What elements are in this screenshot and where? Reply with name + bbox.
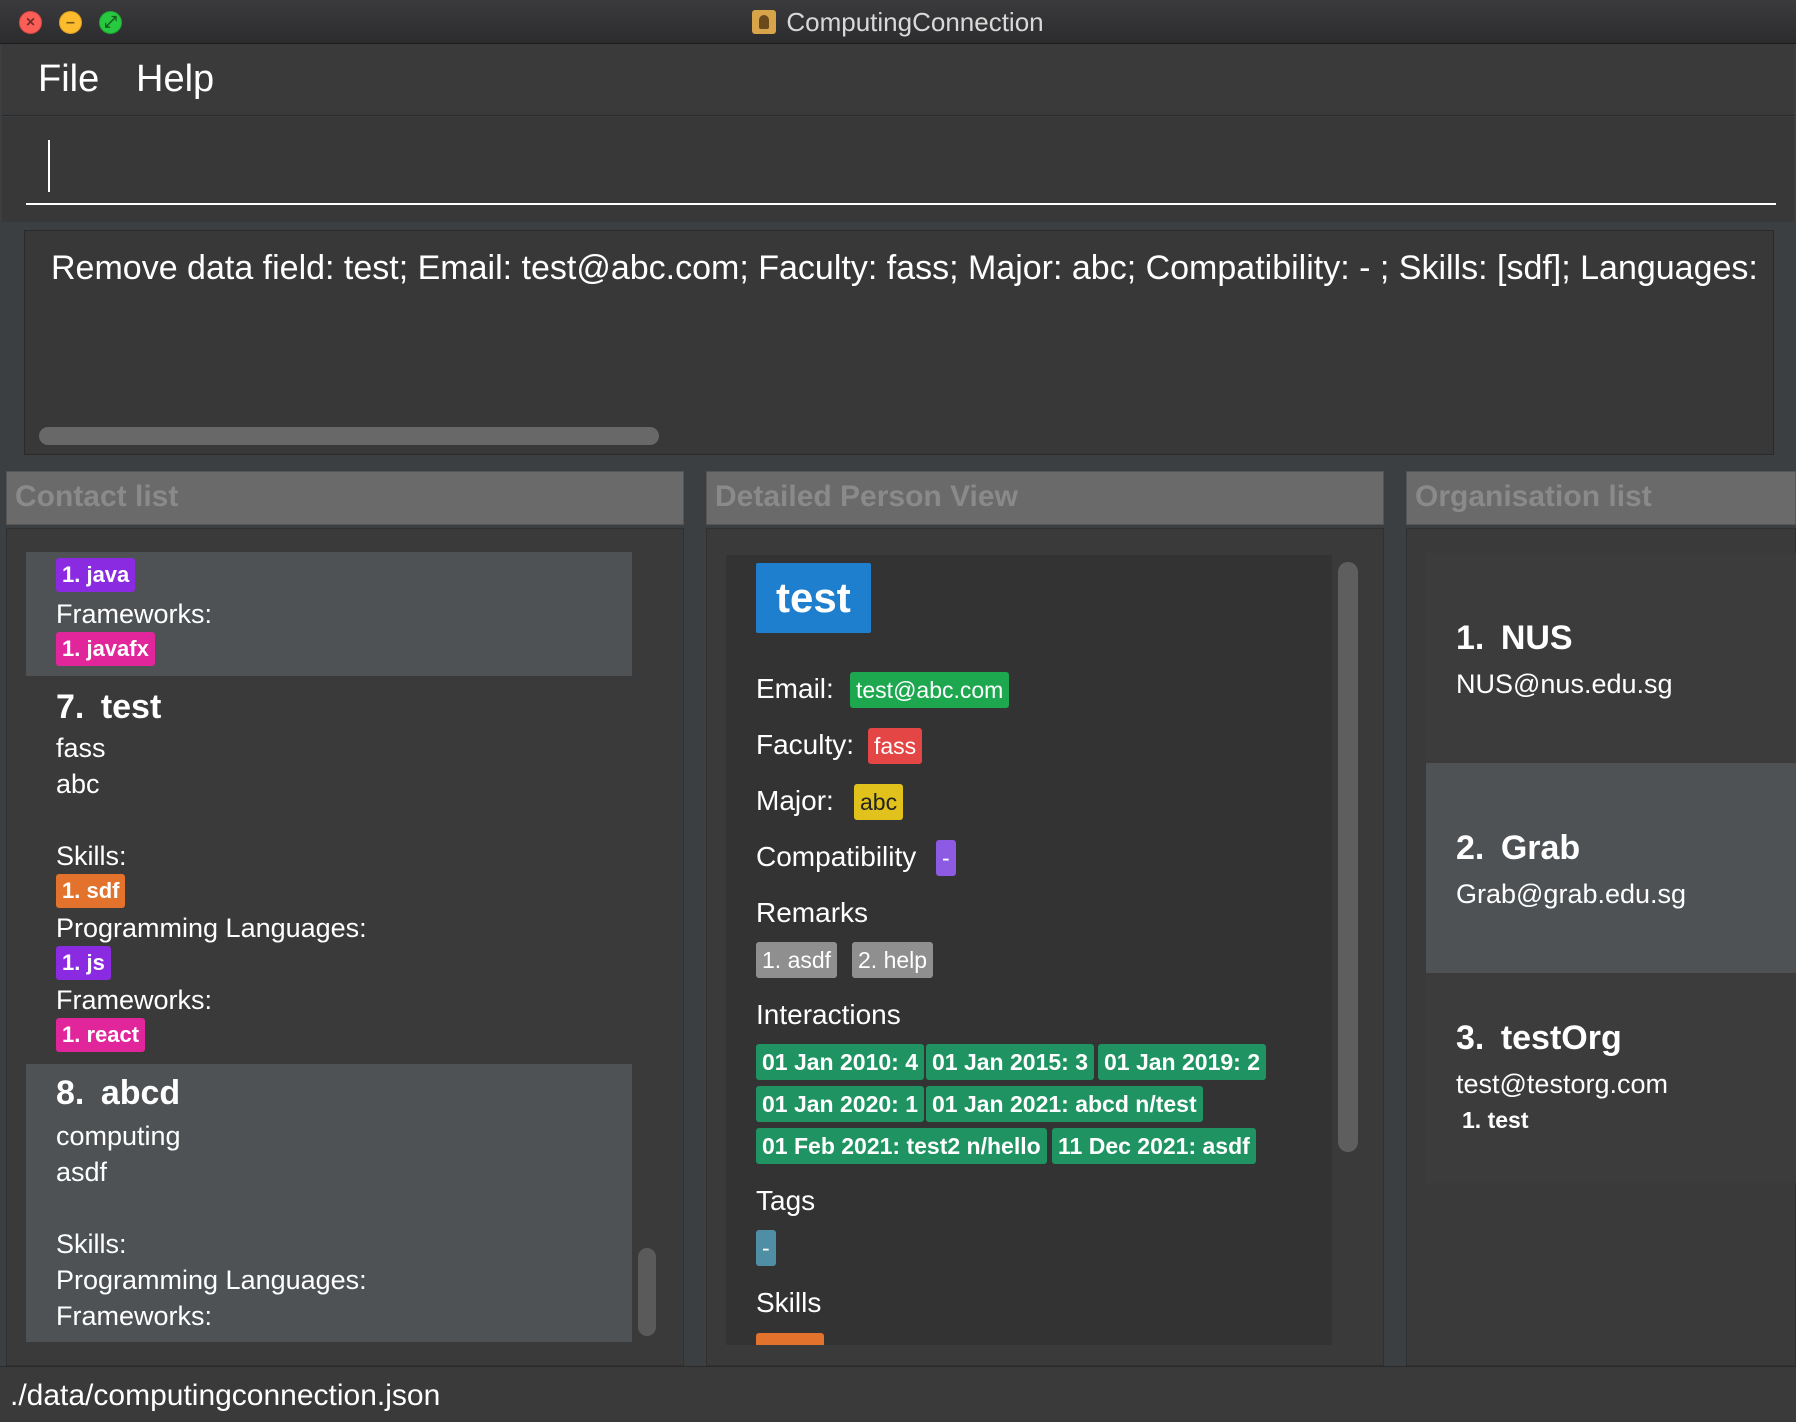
contact-list[interactable]: 1. java Frameworks: 1. javafx 7. test fa…	[26, 552, 632, 1342]
skills-label: Skills	[756, 1287, 822, 1318]
organisation-card[interactable]: 2. Grab Grab@grab.edu.sg	[1426, 763, 1796, 973]
interaction-chip: 01 Jan 2015: 3	[926, 1044, 1095, 1080]
skill-chip-cut	[756, 1333, 824, 1345]
framework-tag: 1. react	[56, 1018, 146, 1052]
skills-label: Skills:	[56, 1229, 127, 1259]
menu-file[interactable]: File	[38, 58, 99, 101]
organisation-card[interactable]: 1. NUS NUS@nus.edu.sg	[1426, 553, 1796, 763]
org-heading: 3. testOrg	[1456, 1019, 1622, 1058]
org-email: Grab@grab.edu.sg	[1456, 879, 1687, 909]
save-location: ./data/computingconnection.json	[10, 1379, 441, 1412]
contact-index: 7.	[56, 688, 85, 726]
org-member: 1. test	[1462, 1107, 1529, 1133]
remark-chip: 1. asdf	[756, 942, 838, 978]
major-chip: abc	[854, 784, 904, 820]
email-label: Email:	[756, 673, 834, 704]
tags-label: Tags	[756, 1185, 816, 1216]
org-name: Grab	[1500, 829, 1581, 867]
result-horizontal-scrollbar[interactable]	[39, 427, 659, 445]
interaction-chip: 01 Jan 2021: abcd n/test	[926, 1086, 1203, 1122]
contact-card[interactable]: 8. abcd computing asdf Skills: Programmi…	[26, 1064, 632, 1342]
interaction-chip: 01 Jan 2020: 1	[756, 1086, 925, 1122]
languages-label: Programming Languages:	[56, 1265, 367, 1295]
languages-label: Programming Languages:	[56, 913, 367, 943]
frameworks-label: Frameworks:	[56, 985, 213, 1015]
contact-list-scrollbar[interactable]	[638, 1248, 656, 1336]
skill-tag: 1. sdf	[56, 874, 126, 908]
compatibility-label: Compatibility	[756, 841, 917, 872]
remark-chip: 2. help	[852, 942, 934, 978]
faculty-label: Faculty:	[756, 729, 855, 760]
contact-list-header: Contact list	[6, 471, 684, 525]
window-title: ComputingConnection	[786, 7, 1044, 37]
org-email: test@testorg.com	[1456, 1069, 1668, 1099]
tag-chip: -	[756, 1230, 776, 1266]
menu-help[interactable]: Help	[136, 58, 214, 101]
org-index: 1.	[1456, 619, 1485, 657]
command-input[interactable]	[26, 135, 1776, 205]
org-name: testOrg	[1500, 1019, 1622, 1057]
command-box	[2, 117, 1794, 222]
interactions-label: Interactions	[756, 999, 901, 1030]
framework-tag: 1. javafx	[56, 632, 155, 666]
contact-name: abcd	[100, 1074, 181, 1112]
organisation-card[interactable]: 3. testOrg test@testorg.com 1. test	[1426, 973, 1796, 1183]
result-text: Remove data field: test; Email: test@abc…	[51, 249, 1758, 287]
language-tag: 1. java	[56, 558, 136, 592]
contact-major: asdf	[56, 1157, 108, 1187]
frameworks-label: Frameworks:	[56, 599, 213, 629]
major-label: Major:	[756, 785, 834, 816]
org-email: NUS@nus.edu.sg	[1456, 669, 1673, 699]
status-bar: ./data/computingconnection.json	[0, 1366, 1796, 1422]
text-caret	[48, 140, 50, 192]
interaction-chip: 01 Jan 2019: 2	[1098, 1044, 1267, 1080]
remarks-label: Remarks	[756, 897, 869, 928]
contact-heading: 8. abcd	[56, 1074, 180, 1113]
organisation-list-header: Organisation list	[1406, 471, 1796, 525]
faculty-chip: fass	[868, 728, 923, 764]
contact-major: abc	[56, 769, 100, 799]
language-tag: 1. js	[56, 946, 111, 980]
contact-card[interactable]: 7. test fass abc Skills: 1. sdf Programm…	[26, 676, 632, 1064]
menu-bar: File Help	[2, 44, 1794, 116]
contact-card-partial[interactable]: 1. java Frameworks: 1. javafx	[26, 552, 632, 676]
skills-label: Skills:	[56, 841, 127, 871]
detail-card[interactable]: test Email: test@abc.com Faculty: fass M…	[726, 555, 1332, 1345]
app-icon	[752, 10, 777, 34]
org-index: 2.	[1456, 829, 1485, 867]
compatibility-chip: -	[936, 840, 956, 876]
title-bar: × – ⤢ ComputingConnection	[0, 0, 1796, 44]
person-name-badge: test	[756, 563, 871, 633]
org-heading: 2. Grab	[1456, 829, 1580, 868]
interaction-chip: 11 Dec 2021: asdf	[1052, 1128, 1256, 1164]
detail-view-header: Detailed Person View	[706, 471, 1384, 525]
email-chip: test@abc.com	[850, 672, 1010, 708]
org-index: 3.	[1456, 1019, 1485, 1057]
contact-index: 8.	[56, 1074, 85, 1112]
interaction-chip: 01 Jan 2010: 4	[756, 1044, 925, 1080]
window-title-area: ComputingConnection	[0, 0, 1796, 44]
org-name: NUS	[1500, 619, 1573, 657]
organisation-list[interactable]: 1. NUS NUS@nus.edu.sg 2. Grab Grab@grab.…	[1426, 553, 1796, 1183]
frameworks-label: Frameworks:	[56, 1301, 213, 1331]
interaction-chip: 01 Feb 2021: test2 n/hello	[756, 1128, 1047, 1164]
contact-heading: 7. test	[56, 688, 161, 727]
contact-name: test	[100, 688, 162, 726]
contact-faculty: fass	[56, 733, 106, 763]
org-heading: 1. NUS	[1456, 619, 1573, 658]
detail-view-scrollbar[interactable]	[1338, 562, 1358, 1152]
contact-faculty: computing	[56, 1121, 181, 1151]
result-display[interactable]: Remove data field: test; Email: test@abc…	[24, 230, 1774, 455]
